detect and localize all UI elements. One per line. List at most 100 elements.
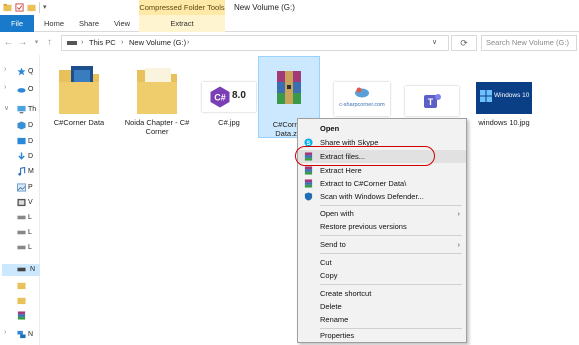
winrar-icon bbox=[17, 311, 26, 320]
menu-item-share-with-skype[interactable]: S Share with Skype bbox=[298, 136, 466, 149]
file-item[interactable]: C#Corner Data bbox=[43, 56, 115, 136]
menu-item-rename[interactable]: Rename bbox=[298, 313, 466, 326]
breadcrumb-this-pc[interactable]: This PC bbox=[89, 36, 116, 50]
file-name: Noida Chapter - C# Corner bbox=[124, 118, 190, 136]
csharp-logo-icon: C# bbox=[210, 86, 230, 108]
winrar-icon bbox=[304, 166, 313, 175]
menu-separator bbox=[320, 284, 462, 285]
nav-item-new-volume[interactable]: N bbox=[2, 264, 40, 276]
menu-item-restore-previous-versions[interactable]: Restore previous versions bbox=[298, 220, 466, 233]
image-thumbnail: Windows 10 bbox=[476, 82, 532, 114]
properties-icon[interactable] bbox=[15, 3, 24, 12]
nav-item-desktop[interactable]: D bbox=[14, 136, 40, 148]
submenu-arrow-icon: › bbox=[457, 209, 461, 218]
drive-icon bbox=[17, 267, 26, 272]
nav-item-this-pc[interactable]: ∨ Th bbox=[4, 104, 40, 116]
expand-chevron-icon[interactable]: › bbox=[4, 66, 6, 73]
expand-chevron-icon[interactable]: ∨ bbox=[4, 104, 9, 112]
up-button[interactable]: ↑ bbox=[44, 37, 55, 49]
video-icon bbox=[17, 198, 26, 207]
teams-logo-icon: T bbox=[424, 94, 441, 108]
cube-icon bbox=[17, 121, 26, 130]
nav-item-zip[interactable] bbox=[14, 310, 40, 322]
computer-icon bbox=[17, 105, 26, 114]
desktop-icon bbox=[17, 137, 26, 145]
drive-icon bbox=[67, 41, 77, 45]
drive-icon bbox=[17, 245, 26, 250]
menu-item-extract-files[interactable]: Extract files... bbox=[298, 150, 466, 163]
skype-icon: S bbox=[304, 138, 313, 147]
svg-text:T: T bbox=[428, 97, 434, 107]
tab-file[interactable]: File bbox=[0, 15, 34, 32]
drive-icon bbox=[17, 215, 26, 220]
nav-item-folder[interactable] bbox=[14, 295, 40, 307]
nav-item-pictures[interactable]: P bbox=[14, 182, 40, 194]
breadcrumb-separator-icon[interactable]: › bbox=[187, 36, 189, 50]
title-bar: ▾ Compressed Folder Tools New Volume (G:… bbox=[0, 0, 579, 15]
forward-button[interactable]: → bbox=[17, 37, 28, 49]
menu-item-cut[interactable]: Cut bbox=[298, 256, 466, 269]
menu-item-extract-here[interactable]: Extract Here bbox=[298, 164, 466, 177]
compressed-folder-tools-tab: Compressed Folder Tools bbox=[139, 0, 225, 15]
quick-access-dropdown-icon[interactable]: ▾ bbox=[43, 0, 47, 15]
nav-item-local-disk[interactable]: L bbox=[14, 212, 40, 224]
file-item[interactable]: Windows 10 windows 10.jpg bbox=[468, 56, 540, 136]
menu-item-extract-to-folder[interactable]: Extract to C#Corner Data\ bbox=[298, 177, 466, 190]
nav-item-quick-access[interactable]: › Q bbox=[4, 66, 40, 78]
image-thumbnail: T bbox=[405, 86, 459, 116]
defender-icon bbox=[304, 192, 313, 201]
nav-item-local-disk[interactable]: L bbox=[14, 227, 40, 239]
folder-icon bbox=[59, 66, 99, 114]
ribbon: File Home Share View Extract bbox=[0, 15, 579, 32]
expand-chevron-icon[interactable]: › bbox=[4, 329, 6, 336]
address-dropdown-icon[interactable]: ∨ bbox=[432, 36, 437, 50]
file-name: C#.jpg bbox=[218, 118, 240, 127]
address-bar[interactable]: › This PC › New Volume (G:) › ∨ bbox=[61, 35, 449, 51]
nav-item-folder[interactable] bbox=[14, 280, 40, 292]
refresh-button[interactable]: ⟳ bbox=[451, 35, 477, 51]
search-input[interactable]: Search New Volume (G:) bbox=[481, 35, 577, 51]
image-thumbnail-text: Windows 10 bbox=[494, 92, 530, 99]
file-item[interactable]: C# 8.0 C#.jpg bbox=[193, 56, 265, 136]
nav-item-videos[interactable]: V bbox=[14, 197, 40, 209]
tab-extract[interactable]: Extract bbox=[139, 15, 225, 32]
breadcrumb-separator-icon[interactable]: › bbox=[81, 36, 83, 50]
recent-locations-icon[interactable]: ▾ bbox=[31, 37, 42, 49]
nav-item-local-disk[interactable]: L bbox=[14, 242, 40, 254]
image-thumbnail: c-sharpcorner.com bbox=[334, 82, 390, 116]
menu-item-scan-with-defender[interactable]: Scan with Windows Defender... bbox=[298, 190, 466, 203]
winrar-icon bbox=[304, 179, 313, 188]
back-button[interactable]: ← bbox=[3, 37, 14, 49]
nav-item-network[interactable]: › N bbox=[4, 329, 40, 341]
image-thumbnail-text: c-sharpcorner.com bbox=[339, 102, 385, 108]
breadcrumb-separator-icon[interactable]: › bbox=[121, 36, 123, 50]
menu-item-create-shortcut[interactable]: Create shortcut bbox=[298, 287, 466, 300]
svg-text:S: S bbox=[306, 140, 310, 147]
breadcrumb-current-folder[interactable]: New Volume (G:) bbox=[129, 36, 186, 50]
tab-share[interactable]: Share bbox=[74, 15, 104, 32]
title-separator bbox=[39, 2, 40, 13]
nav-item-downloads[interactable]: D bbox=[14, 151, 40, 163]
folder-icon[interactable] bbox=[3, 3, 12, 12]
nav-item-3d-objects[interactable]: D bbox=[14, 120, 40, 132]
menu-item-properties[interactable]: Properties bbox=[298, 329, 466, 342]
menu-item-send-to[interactable]: Send to › bbox=[298, 238, 466, 251]
file-item[interactable]: Noida Chapter - C# Corner bbox=[121, 56, 193, 136]
menu-separator bbox=[320, 253, 462, 254]
menu-separator bbox=[320, 235, 462, 236]
nav-item-music[interactable]: M bbox=[14, 166, 40, 178]
context-menu: Open S Share with Skype Extract files...… bbox=[297, 118, 467, 343]
nav-item-onedrive[interactable]: › O bbox=[4, 84, 40, 96]
tab-view[interactable]: View bbox=[108, 15, 136, 32]
menu-item-delete[interactable]: Delete bbox=[298, 300, 466, 313]
folder-icon bbox=[17, 282, 26, 290]
new-folder-icon[interactable] bbox=[27, 3, 36, 12]
drive-icon bbox=[17, 230, 26, 235]
menu-item-open[interactable]: Open bbox=[298, 122, 466, 135]
window-title: New Volume (G:) bbox=[234, 3, 295, 12]
tab-home[interactable]: Home bbox=[39, 15, 69, 32]
network-icon bbox=[17, 330, 26, 339]
menu-item-open-with[interactable]: Open with › bbox=[298, 207, 466, 220]
menu-item-copy[interactable]: Copy bbox=[298, 269, 466, 282]
expand-chevron-icon[interactable]: › bbox=[4, 84, 6, 91]
